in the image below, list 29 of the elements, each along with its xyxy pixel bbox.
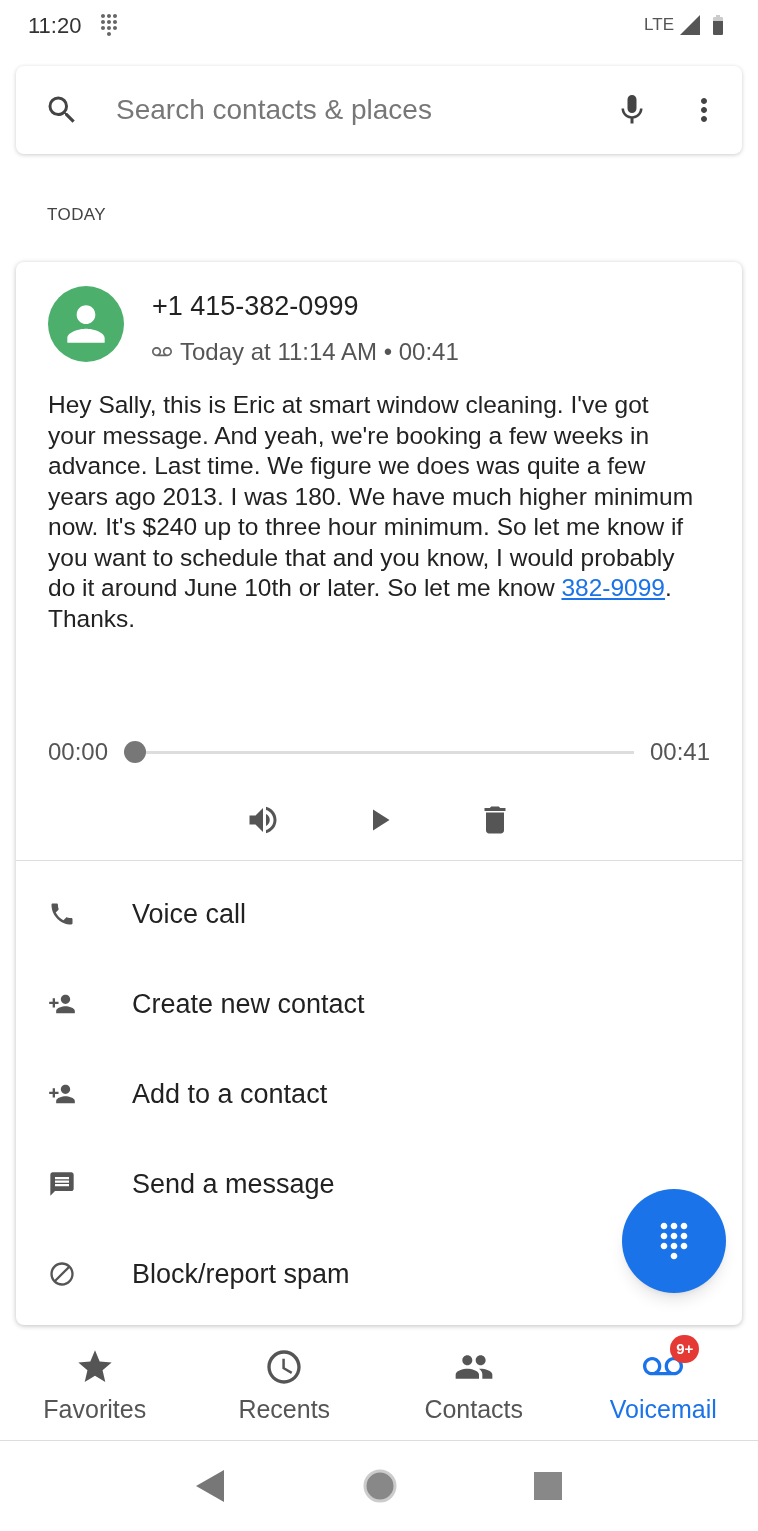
bottom-tab[interactable]: 9+ Voicemail (568, 1336, 758, 1440)
network-type: LTE (644, 14, 674, 37)
back-icon[interactable] (196, 1469, 226, 1502)
voicemail-transcript: Hey Sally, this is Eric at smart window cleaning. I've got your message. And yeah, we're booking a few weeks in advance. Last time. We figure we does was quite a few years ago 2013. I was 180. We have much higher minimum now. It's $240 up to three hour minimum. So let me know if you want to schedule that and you know, I would probably do it around June 10th or later. So let me know 382-9099. Thanks. (47, 390, 695, 634)
overview-icon[interactable] (534, 1471, 562, 1500)
phone-link[interactable]: 382-9099 (561, 574, 665, 601)
duration: 00:41 (649, 737, 710, 767)
voicemail-meta: Today at 11:14 AM • 00:41 (180, 337, 459, 367)
status-time: 11:20 (28, 11, 82, 40)
action-item[interactable]: Add to a contact (16, 1049, 742, 1139)
bottom-tab[interactable]: Contacts (379, 1336, 569, 1440)
message-icon (48, 1170, 76, 1198)
section-header: TODAY (47, 204, 108, 226)
search-field[interactable]: Search contacts & places (116, 89, 578, 131)
action-item[interactable]: Create new contact (16, 959, 742, 1049)
block-icon (48, 1260, 76, 1288)
action-item[interactable]: Voice call (16, 869, 742, 959)
search-bar[interactable]: Search contacts & places (16, 66, 742, 154)
progress-track[interactable] (124, 741, 634, 763)
signal-icon (678, 13, 702, 37)
count-badge: 9+ (670, 1335, 700, 1364)
bottom-tab[interactable]: Recents (189, 1336, 379, 1440)
bottom-tab[interactable]: Favorites (0, 1336, 190, 1440)
action-item[interactable]: Send a message (16, 1139, 742, 1229)
home-icon[interactable] (362, 1467, 398, 1504)
elapsed-time: 00:00 (48, 737, 109, 767)
caller-number: +1 415-382-0999 (152, 289, 360, 323)
action-item[interactable]: Block/report spam (16, 1229, 742, 1319)
progress-thumb[interactable] (124, 741, 147, 763)
